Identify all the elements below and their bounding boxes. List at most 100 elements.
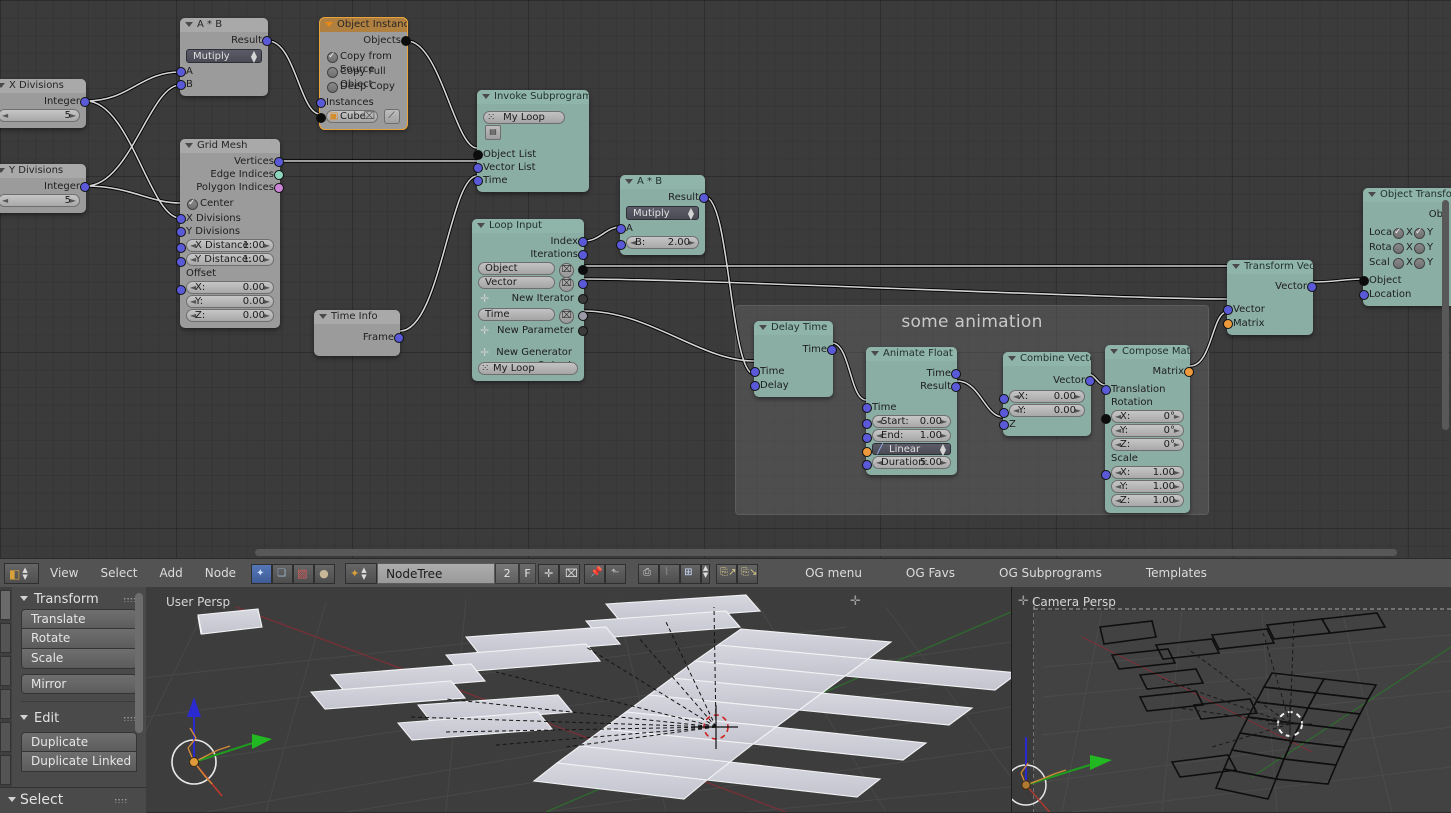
socket-time-parameter[interactable] <box>578 311 588 321</box>
unlink-datablock-icon[interactable]: ⌧ <box>559 563 581 584</box>
socket-iterations[interactable] <box>578 250 588 260</box>
radio-icon[interactable] <box>327 82 338 93</box>
menu-add[interactable]: Add <box>149 559 194 588</box>
socket-object[interactable] <box>316 113 326 123</box>
check-icon[interactable] <box>187 197 198 210</box>
collapse-triangle-icon[interactable] <box>1110 349 1118 354</box>
field-rotation-x[interactable]: ◄ ► X: 0° <box>1111 410 1184 423</box>
socket-start[interactable] <box>862 419 872 429</box>
node-header[interactable]: Loop Input <box>472 219 584 233</box>
menu-og-menu[interactable]: OG menu <box>794 559 873 588</box>
collapse-triangle-icon[interactable] <box>482 94 490 99</box>
value-field[interactable]: ◄ ► 5 <box>0 109 80 122</box>
socket-vector-out[interactable] <box>1307 282 1317 292</box>
socket-instances[interactable] <box>316 98 326 108</box>
snap-grid-icon[interactable]: ⊞ <box>680 563 702 584</box>
material-icon[interactable]: ● <box>314 563 336 584</box>
fake-user-toggle[interactable]: F <box>519 563 537 584</box>
operation-dropdown[interactable]: Mutiply ▲ ▼ <box>186 49 262 64</box>
node-grid-mesh[interactable]: Grid Mesh Vertices Edge Indices Polygon … <box>176 139 284 328</box>
field-b[interactable]: ◄ ► B: 2.00 <box>626 236 699 249</box>
radio-deep-copy[interactable]: Deep Copy <box>326 80 401 93</box>
node-header[interactable]: Combine Vector <box>1003 352 1091 366</box>
node-header[interactable]: Y Divisions <box>0 164 86 178</box>
node-header[interactable]: Delay Time <box>754 321 833 335</box>
collapse-triangle-icon[interactable] <box>871 351 879 356</box>
plus-icon-viewport1[interactable]: ✛ <box>850 595 861 608</box>
row-scale-toggles[interactable]: Scal X Y <box>1369 256 1449 269</box>
tool-shelf-tabs[interactable] <box>0 587 12 787</box>
collapse-triangle-icon[interactable] <box>0 83 5 88</box>
scl-x-toggle[interactable] <box>1393 258 1404 269</box>
node-header[interactable]: Invoke Subprogram <box>477 90 589 104</box>
socket-y[interactable] <box>999 408 1009 418</box>
collapse-triangle-icon[interactable] <box>319 314 327 319</box>
tool-button-duplicate-linked[interactable]: Duplicate Linked <box>21 752 137 772</box>
scl-y-toggle[interactable] <box>1414 258 1425 269</box>
socket-vector-in[interactable] <box>1223 305 1233 315</box>
node-y-divisions[interactable]: Y Divisions Integer ◄ ► 5 <box>0 164 90 213</box>
collapse-triangle-icon[interactable] <box>1232 264 1240 269</box>
nodetree-name-field[interactable]: NodeTree <box>377 563 496 584</box>
socket-scale[interactable] <box>1101 470 1111 480</box>
remove-iterator-icon[interactable]: ⌧ <box>559 277 574 292</box>
collapse-triangle-icon[interactable] <box>759 325 767 330</box>
socket-result[interactable] <box>699 193 709 203</box>
subprogram-selector-row[interactable]: ⁙ My Loop ▤ <box>483 110 583 140</box>
panel-header-select[interactable]: Select <box>0 788 146 808</box>
pin-icon[interactable]: 📌 <box>584 563 606 584</box>
menu-og-favs[interactable]: OG Favs <box>895 559 966 588</box>
tab-animation[interactable] <box>0 689 11 719</box>
menu-view[interactable]: View <box>39 559 89 588</box>
collapse-triangle-icon[interactable] <box>1008 356 1016 361</box>
socket-integer[interactable] <box>80 97 90 107</box>
iterator-vector-row[interactable]: Vector ⌧ <box>478 276 588 292</box>
shading-icon[interactable]: ✦ <box>251 563 273 584</box>
node-combine-vector[interactable]: Combine Vector Vector ◄ ► X: 0.00 <box>999 352 1095 436</box>
socket-object-list[interactable] <box>473 150 483 160</box>
socket-result[interactable] <box>262 36 272 46</box>
collapse-triangle-icon[interactable] <box>325 22 333 27</box>
field-offset-y[interactable]: ◄ ► Y: 0.00 <box>186 295 274 308</box>
node-header[interactable]: A * B <box>180 18 268 32</box>
node-invoke-subprogram[interactable]: Invoke Subprogram ⁙ My Loop ▤ Object Lis… <box>473 90 589 192</box>
tool-button-translate[interactable]: Translate <box>21 609 137 629</box>
panel-header-transform[interactable]: Transform <box>12 590 146 609</box>
socket-location-in[interactable] <box>1359 290 1369 300</box>
node-header[interactable]: Compose Matrix <box>1105 345 1190 359</box>
field-scale-y[interactable]: ◄ ► Y: 1.00 <box>1111 480 1184 493</box>
field-x-distance[interactable]: ◄ ► X Distance: 1.00 <box>186 239 274 252</box>
loc-x-toggle[interactable] <box>1393 226 1404 239</box>
socket-matrix[interactable] <box>1184 367 1194 377</box>
collapse-triangle-icon[interactable] <box>625 179 633 184</box>
operation-dropdown[interactable]: Mutiply ▲ ▼ <box>626 206 699 221</box>
socket-delay[interactable] <box>750 381 760 391</box>
node-loop-input[interactable]: Loop Input Index Iterations Object ⌧ Vec… <box>472 219 588 381</box>
socket-b[interactable] <box>616 240 626 250</box>
checkbox-center[interactable]: Center <box>186 197 274 210</box>
collapse-triangle-icon[interactable] <box>185 143 193 148</box>
remove-parameter-icon[interactable]: ⌧ <box>559 309 574 324</box>
snap-chevron-updown-icon[interactable]: ▲ ▼ <box>701 563 711 584</box>
socket-result[interactable] <box>951 382 961 392</box>
socket-vector[interactable] <box>1085 376 1095 386</box>
plus-icon[interactable]: ✛ <box>480 347 489 358</box>
radio-icon[interactable] <box>327 50 338 63</box>
node-header[interactable]: A * B <box>620 175 705 189</box>
new-subprogram-icon[interactable]: ▤ <box>485 125 501 140</box>
node-object-instancer[interactable]: Object Instancer Objects Copy from Sourc… <box>316 17 411 130</box>
socket-matrix-in[interactable] <box>1223 319 1233 329</box>
radio-copy-full-object[interactable]: Copy Full Object <box>326 65 401 90</box>
socket-interpolation[interactable] <box>862 447 872 457</box>
socket-time-out[interactable] <box>827 345 837 355</box>
socket-time-in[interactable] <box>750 367 760 377</box>
row-rotation-toggles[interactable]: Rota X Y <box>1369 241 1449 254</box>
radio-copy-from-source[interactable]: Copy from Source <box>326 50 401 75</box>
collapse-triangle-icon[interactable] <box>477 223 485 228</box>
backdrop-icon[interactable]: ⌇ <box>659 563 681 584</box>
new-parameter-row[interactable]: ✛ New Parameter <box>478 324 588 337</box>
field-rotation-y[interactable]: ◄ ► Y: 0° <box>1111 424 1184 437</box>
tool-shelf[interactable]: Transform Translate Rotate Scale Mirror … <box>0 587 147 787</box>
socket-duration[interactable] <box>862 460 872 470</box>
node-a-times-b-2[interactable]: A * B Result Mutiply ▲ ▼ A ◄ ► B: 2.00 <box>616 175 709 255</box>
